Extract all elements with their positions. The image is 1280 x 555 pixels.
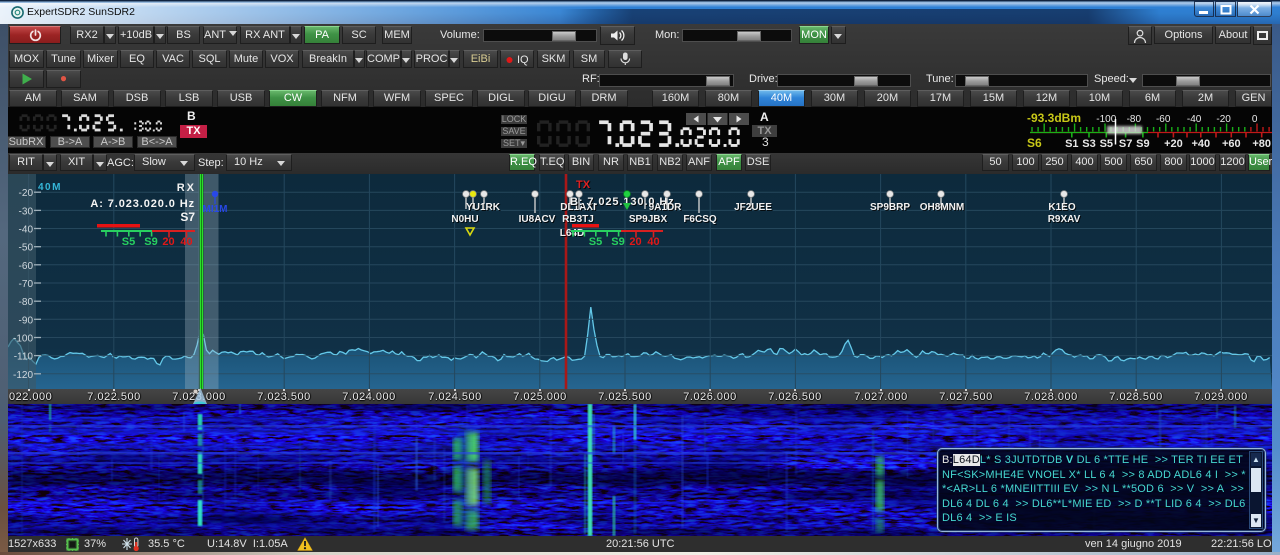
svg-text:SP9JBX: SP9JBX: [629, 214, 668, 225]
svg-text:F6CSQ: F6CSQ: [683, 214, 717, 225]
svg-text:OH8MNM: OH8MNM: [920, 202, 964, 213]
svg-text:S1: S1: [1065, 138, 1078, 150]
svg-text:+20: +20: [1164, 138, 1183, 150]
svg-text:N0HU: N0HU: [451, 214, 478, 225]
svg-text:-20: -20: [1216, 114, 1231, 125]
svg-text:S9: S9: [1136, 138, 1149, 150]
svg-text:-70: -70: [19, 279, 34, 290]
svg-text:20: 20: [162, 236, 174, 248]
svg-text:+80: +80: [1252, 138, 1271, 150]
svg-text:+40: +40: [1191, 138, 1210, 150]
svg-text:S5: S5: [1100, 138, 1113, 150]
svg-text:YU1RK: YU1RK: [466, 202, 501, 213]
svg-text:S5: S5: [122, 236, 135, 248]
svg-text:-30: -30: [19, 206, 34, 217]
svg-text:+60: +60: [1222, 138, 1241, 150]
svg-text:JF2UEE: JF2UEE: [734, 202, 772, 213]
svg-text:-120: -120: [13, 370, 33, 381]
svg-text:TX: TX: [576, 179, 591, 191]
svg-text:S3: S3: [1082, 138, 1095, 150]
svg-text:-93.3dBm: -93.3dBm: [1027, 111, 1081, 125]
svg-text:20: 20: [629, 236, 641, 248]
svg-text:-100: -100: [13, 334, 33, 345]
svg-text:RB3TJ: RB3TJ: [562, 214, 594, 225]
svg-text:0: 0: [1252, 114, 1258, 125]
svg-text:40: 40: [180, 236, 192, 248]
svg-text:-60: -60: [19, 261, 34, 272]
svg-text:IU8ACV: IU8ACV: [519, 214, 556, 225]
svg-text:S6: S6: [1027, 136, 1042, 150]
svg-text:SP9BRP: SP9BRP: [870, 202, 910, 213]
svg-text:S7: S7: [1119, 138, 1132, 150]
svg-text:S7: S7: [180, 210, 195, 224]
svg-text:-110: -110: [14, 352, 34, 363]
svg-text:-40: -40: [19, 225, 34, 236]
svg-text:40: 40: [647, 236, 659, 248]
svg-text:S5: S5: [589, 236, 602, 248]
svg-text:-100: -100: [1096, 114, 1116, 125]
svg-text:A: 7.023.020.0 Hz: A: 7.023.020.0 Hz: [90, 198, 195, 210]
svg-text:MI1M: MI1M: [203, 204, 228, 215]
svg-text:-50: -50: [19, 243, 34, 254]
svg-text:S9: S9: [611, 236, 624, 248]
svg-text:9A1DR: 9A1DR: [649, 202, 683, 213]
svg-text:-60: -60: [1156, 114, 1171, 125]
svg-text:-80: -80: [19, 297, 34, 308]
svg-text:40M: 40M: [38, 182, 62, 193]
svg-text:-20: -20: [19, 188, 34, 199]
svg-text:L64D: L64D: [560, 228, 584, 239]
svg-text:K1EO: K1EO: [1048, 202, 1075, 213]
svg-text:-80: -80: [1127, 114, 1142, 125]
svg-text:S9: S9: [144, 236, 157, 248]
svg-text:R9XAV: R9XAV: [1048, 214, 1081, 225]
svg-text:RX: RX: [177, 182, 196, 194]
svg-text:-40: -40: [1187, 114, 1202, 125]
svg-text:-90: -90: [19, 315, 34, 326]
